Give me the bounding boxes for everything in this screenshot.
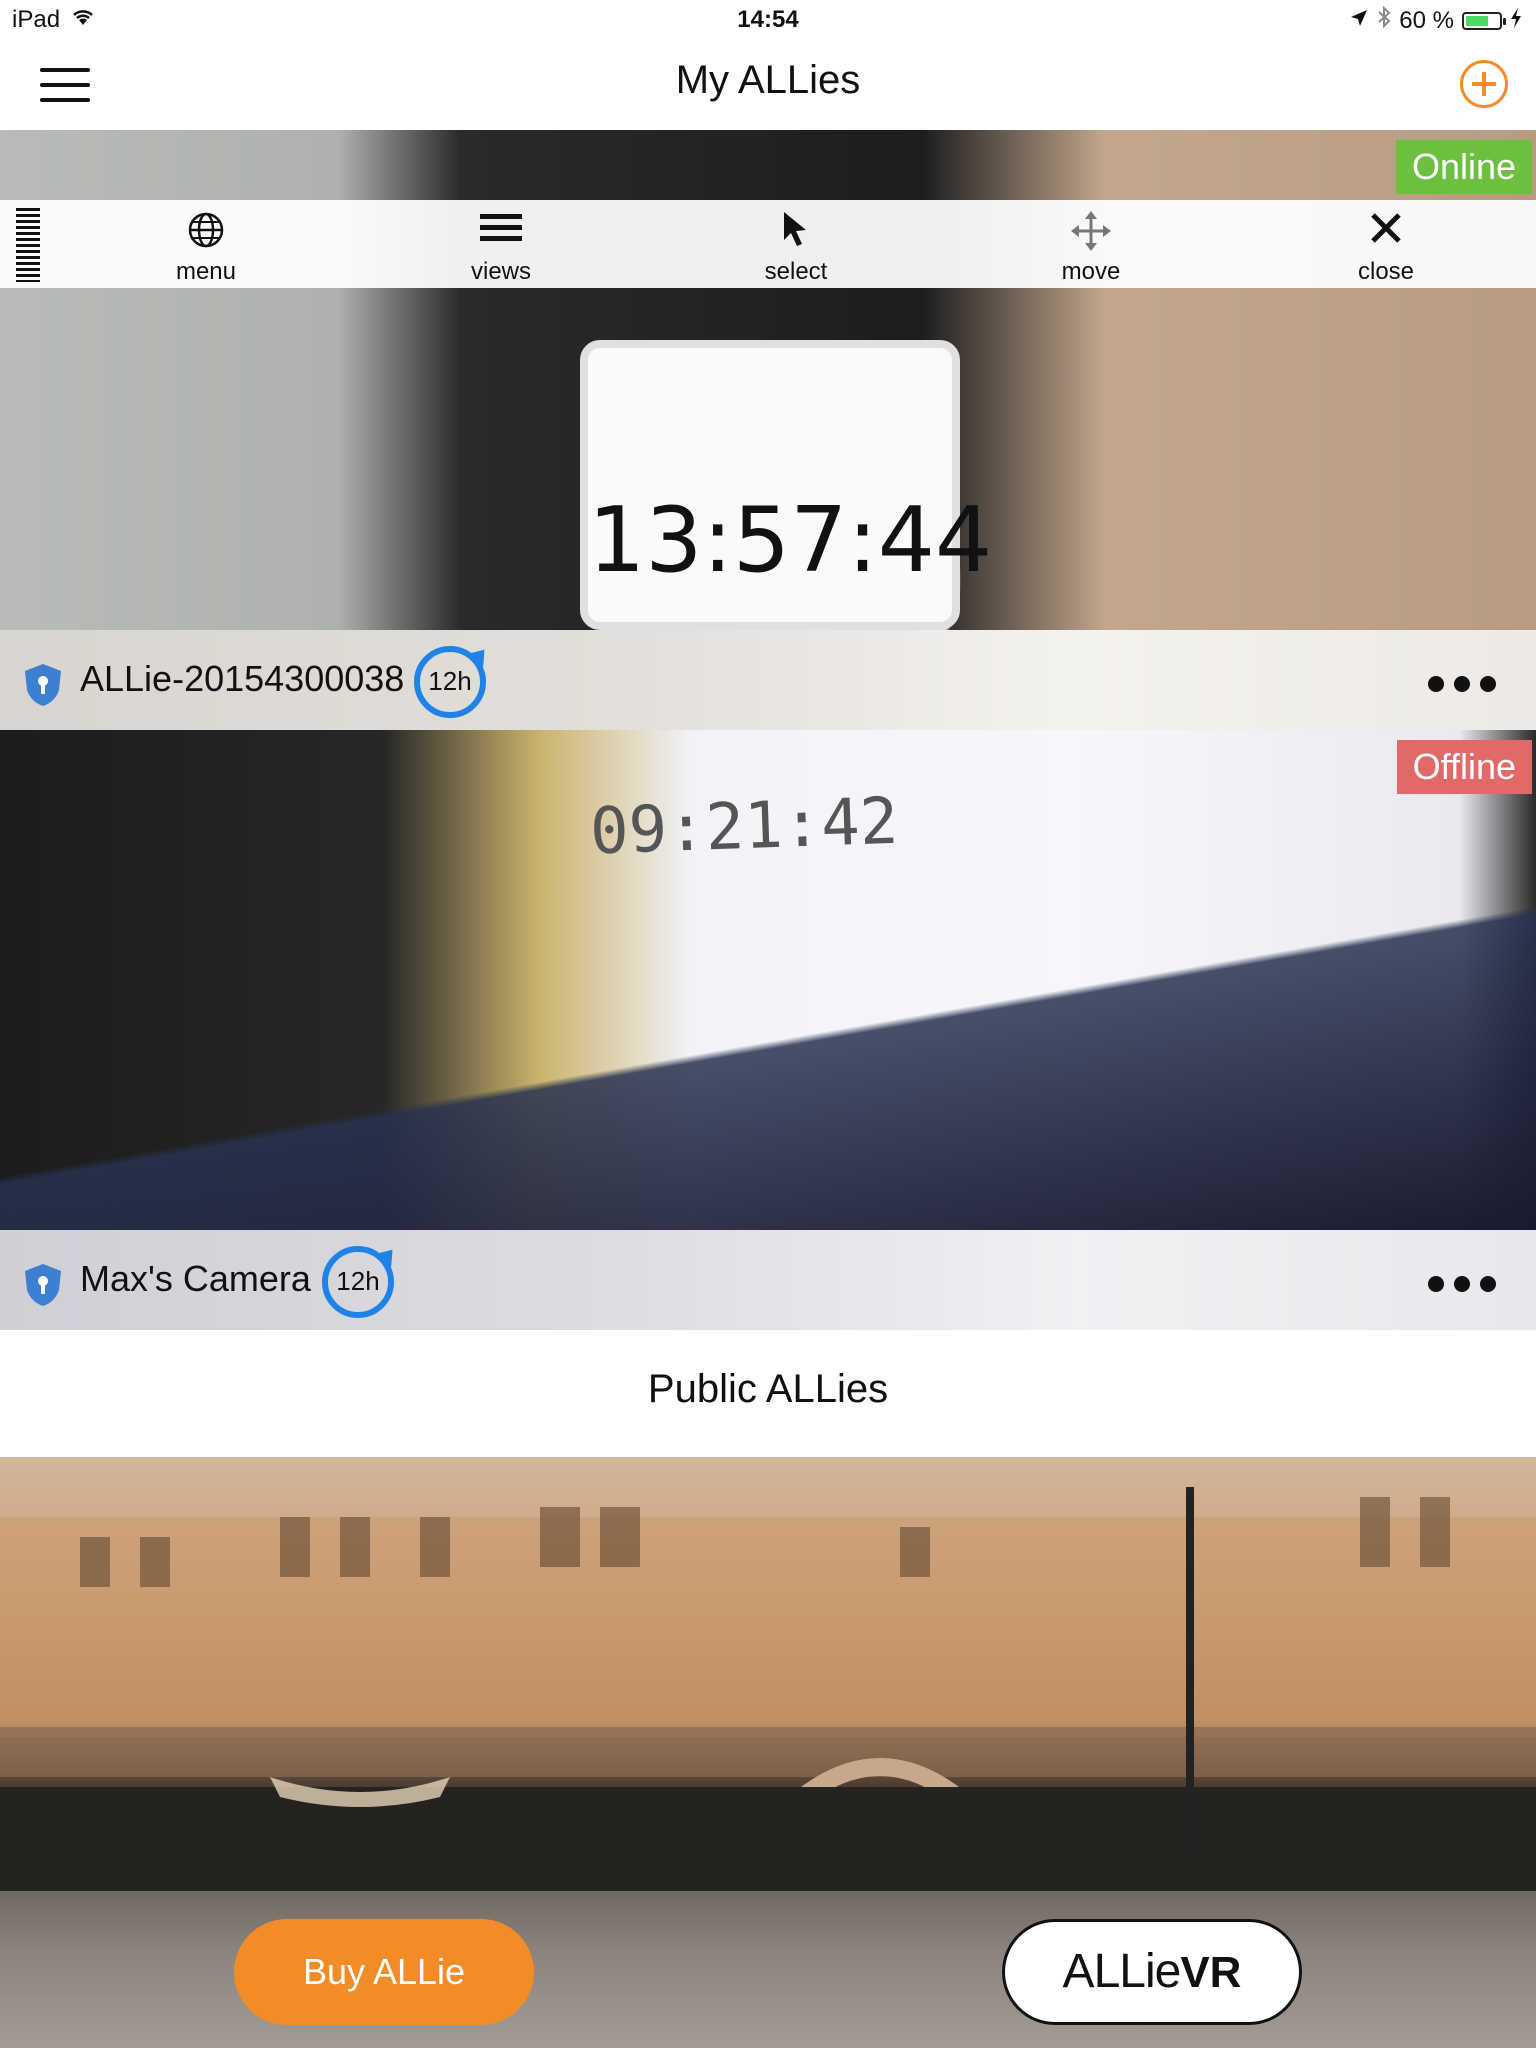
status-badge-online: Online <box>1395 140 1532 194</box>
camera-label-bar-1: ALLie-20154300038 12h <box>0 630 1536 730</box>
toolbar-close[interactable]: close <box>1306 210 1466 286</box>
section-title-public: Public ALLies <box>647 1367 889 1411</box>
toolbar-label: views <box>470 258 531 285</box>
status-bar: iPad 14:54 60 % <box>0 0 1536 40</box>
bluetooth-icon <box>1377 5 1391 35</box>
toolbar-views[interactable]: views <box>421 210 581 286</box>
buy-allie-button[interactable]: Buy ALLie <box>234 1919 534 2025</box>
bottom-bar: Buy ALLie ALLieVR <box>0 1891 1536 2048</box>
toolbar-label: select <box>764 258 828 285</box>
toolbar-label: close <box>1357 258 1415 285</box>
more-options-icon[interactable] <box>1428 1276 1496 1292</box>
timeline-12h-button[interactable]: 12h <box>414 646 486 718</box>
toolbar-label: move <box>1061 258 1121 285</box>
vr-logo-text: ALLie <box>1062 1945 1182 1998</box>
more-options-icon[interactable] <box>1428 676 1496 692</box>
camera-name-1: ALLie-20154300038 <box>80 658 405 699</box>
allie-vr-button[interactable]: ALLieVR <box>1002 1919 1302 2025</box>
shield-lock-icon <box>25 664 61 706</box>
nav-bar: My ALLies <box>0 40 1536 130</box>
close-icon <box>1306 210 1466 254</box>
camera-name-2: Max's Camera <box>80 1258 311 1299</box>
timeline-12h-button[interactable]: 12h <box>322 1246 394 1318</box>
toolbar-menu[interactable]: menu <box>126 210 286 286</box>
cursor-icon <box>716 210 876 254</box>
drag-handle[interactable] <box>16 208 40 282</box>
camera-label-bar-2: Max's Camera 12h <box>0 1230 1536 1330</box>
toolbar-label: menu <box>175 258 237 285</box>
status-badge-offline: Offline <box>1396 740 1532 794</box>
charging-icon <box>1510 7 1522 35</box>
globe-icon <box>126 210 286 254</box>
camera-feed-2[interactable]: 09:21:42 Offline <box>0 730 1536 1230</box>
page-title: My ALLies <box>675 58 861 102</box>
status-time: 14:54 <box>737 6 799 33</box>
public-camera-feed[interactable] <box>0 1457 1536 1891</box>
video-clock-2: 09:21:42 <box>588 784 900 870</box>
vr-logo-suffix: VR <box>1180 1948 1242 1997</box>
add-camera-button[interactable] <box>1460 60 1508 108</box>
video-tablet: 13:57:44 <box>580 340 993 630</box>
video-clock-1: 13:57:44 <box>588 488 993 593</box>
shield-lock-icon <box>25 1264 61 1306</box>
move-icon <box>1011 210 1171 254</box>
battery-icon <box>1462 11 1506 30</box>
venice-scene-image <box>0 1487 1536 1891</box>
toolbar-move[interactable]: move <box>1011 210 1171 286</box>
list-icon <box>421 210 581 254</box>
location-icon <box>1349 7 1369 35</box>
battery-percent: 60 % <box>1399 6 1454 34</box>
view-toolbar: menu views select move close <box>0 200 1536 288</box>
toolbar-select[interactable]: select <box>716 210 876 286</box>
